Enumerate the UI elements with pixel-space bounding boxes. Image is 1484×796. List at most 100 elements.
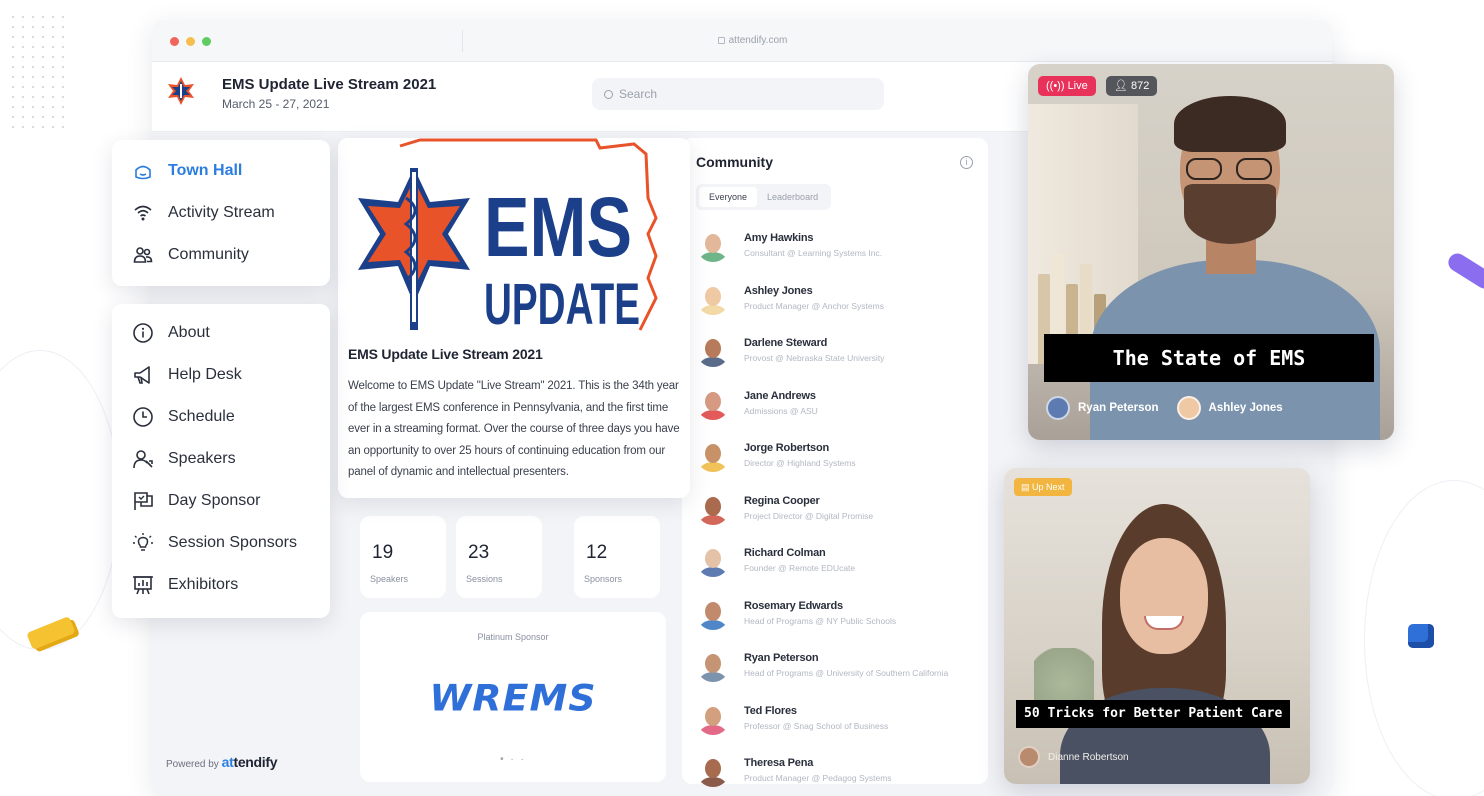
nav-label: Session Sponsors (168, 534, 297, 551)
avatar[interactable] (696, 333, 730, 367)
community-member-row[interactable]: Richard Colman Founder @ Remote EDUcate (696, 543, 986, 596)
search-placeholder: Search (619, 87, 658, 101)
nav-item-exhibitors[interactable]: Exhibitors (112, 564, 330, 606)
avatar[interactable] (696, 491, 730, 525)
community-member-row[interactable]: Ashley Jones Product Manager @ Anchor Sys… (696, 281, 986, 334)
member-role: Founder @ Remote EDUcate (744, 563, 856, 573)
community-member-row[interactable]: Rosemary Edwards Head of Programs @ NY Pu… (696, 596, 986, 649)
community-member-row[interactable]: Darlene Steward Provost @ Nebraska State … (696, 333, 986, 386)
nav-item-about[interactable]: About (112, 312, 330, 354)
nav-item-session-sponsors[interactable]: Session Sponsors (112, 522, 330, 564)
speaker-person-icon (132, 448, 154, 470)
member-name[interactable]: Jorge Robertson (744, 442, 829, 454)
presenter-chip[interactable]: Ryan Peterson (1046, 396, 1159, 420)
up-next-video[interactable]: ▤ Up Next 50 Tricks for Better Patient C… (1004, 468, 1310, 784)
member-name[interactable]: Richard Colman (744, 547, 826, 559)
avatar[interactable] (696, 228, 730, 262)
avatar[interactable] (696, 543, 730, 577)
member-role: Professor @ Snag School of Business (744, 720, 889, 731)
member-name[interactable]: Ashley Jones (744, 285, 813, 297)
community-member-row[interactable]: Theresa Pena Product Manager @ Pedagog Sy… (696, 753, 986, 796)
community-tabs: Everyone Leaderboard (696, 184, 832, 210)
carousel-pager[interactable]: • · · (360, 754, 666, 765)
member-role: Consultant @ Learning Systems Inc. (744, 248, 883, 258)
nav-item-activity-stream[interactable]: Activity Stream (112, 192, 330, 234)
sponsor-carousel[interactable]: Platinum Sponsor WREMS • · · (360, 612, 666, 782)
community-member-row[interactable]: Regina Cooper Project Director @ Digital … (696, 491, 986, 544)
member-name[interactable]: Ryan Peterson (744, 652, 819, 664)
avatar[interactable] (696, 753, 730, 787)
stat-speakers[interactable]: 19 Speakers (360, 516, 446, 598)
address-bar[interactable]: attendify.com (462, 30, 1042, 52)
stat-sessions[interactable]: 23 Sessions (456, 516, 542, 598)
live-session-title: The State of EMS (1044, 334, 1374, 382)
home-icon (132, 160, 154, 182)
avatar (1176, 396, 1201, 420)
member-role: Product Manager @ Pedagog Systems (744, 773, 892, 783)
viewer-count-badge: 👤︎ 872 (1106, 76, 1158, 96)
dot-pattern-decoration (8, 12, 68, 130)
community-title: Community (696, 154, 773, 170)
nav-label: Exhibitors (168, 576, 239, 593)
nav-label: Town Hall (168, 162, 243, 179)
presenter-chip[interactable]: Ashley Jones (1176, 396, 1283, 420)
lock-icon (717, 37, 725, 44)
minimize-window-button[interactable] (186, 37, 195, 46)
window-controls (170, 37, 211, 46)
nav-item-speakers[interactable]: Speakers (112, 438, 330, 480)
people-list: Amy Hawkins Consultant @ Learning Systems… (696, 228, 986, 796)
community-member-row[interactable]: Jorge Robertson Director @ Highland Syste… (696, 438, 986, 491)
nav-item-help-desk[interactable]: Help Desk (112, 354, 330, 396)
tab-leaderboard[interactable]: Leaderboard (757, 187, 828, 207)
event-title: EMS Update Live Stream 2021 (222, 76, 437, 93)
nav-label: Speakers (168, 450, 236, 467)
nav-label: Community (168, 246, 249, 263)
stat-label: Sessions (466, 574, 503, 584)
member-name[interactable]: Theresa Pena (744, 757, 813, 769)
community-member-row[interactable]: Amy Hawkins Consultant @ Learning Systems… (696, 228, 986, 281)
tab-everyone[interactable]: Everyone (699, 187, 758, 207)
close-window-button[interactable] (170, 37, 179, 46)
member-name[interactable]: Amy Hawkins (744, 232, 814, 244)
up-next-presenter[interactable]: Dianne Robertson (1018, 746, 1129, 768)
community-member-row[interactable]: Jane Andrews Admissions @ ASU (696, 386, 986, 439)
stat-value: 19 (372, 542, 394, 563)
banner-logo-word2: UPDATE (484, 272, 640, 336)
community-member-row[interactable]: Ted Flores Professor @ Snag School of Bus… (696, 701, 986, 754)
secondary-nav: About Help Desk Schedule Speakers Day Sp… (112, 304, 330, 618)
sponsor-logo[interactable]: WREMS (360, 677, 666, 719)
avatar[interactable] (696, 281, 730, 315)
avatar[interactable] (696, 648, 730, 682)
community-member-row[interactable]: Ryan Peterson Head of Programs @ Universi… (696, 648, 986, 701)
member-name[interactable]: Ted Flores (744, 705, 797, 717)
powered-by-label: Powered by (166, 759, 219, 770)
search-icon (604, 90, 613, 99)
search-input[interactable]: Search (592, 78, 884, 110)
ems-update-banner: EMS UPDATE (338, 138, 690, 336)
lightbulb-icon (132, 532, 154, 554)
blue-cube-decoration (1408, 624, 1434, 648)
attendify-logo[interactable]: attendify (222, 754, 278, 770)
avatar[interactable] (696, 596, 730, 630)
member-name[interactable]: Regina Cooper (744, 495, 820, 507)
live-presenters: Ryan Peterson Ashley Jones (1046, 396, 1283, 420)
event-card-title: EMS Update Live Stream 2021 (348, 346, 543, 362)
nav-item-town-hall[interactable]: Town Hall (112, 150, 330, 192)
nav-item-schedule[interactable]: Schedule (112, 396, 330, 438)
avatar[interactable] (696, 438, 730, 472)
maximize-window-button[interactable] (202, 37, 211, 46)
nav-item-community[interactable]: Community (112, 234, 330, 276)
member-name[interactable]: Jane Andrews (744, 390, 816, 402)
info-icon[interactable]: i (960, 156, 973, 169)
stat-sponsors[interactable]: 12 Sponsors (574, 516, 660, 598)
purple-shape-decoration (1445, 250, 1484, 292)
live-video-player[interactable]: ((•)) Live 👤︎ 872 The State of EMS Ryan … (1028, 64, 1394, 440)
member-name[interactable]: Rosemary Edwards (744, 600, 843, 612)
booth-icon (132, 574, 154, 596)
nav-item-day-sponsor[interactable]: Day Sponsor (112, 480, 330, 522)
member-name[interactable]: Darlene Steward (744, 337, 827, 349)
avatar[interactable] (696, 701, 730, 735)
avatar[interactable] (696, 386, 730, 420)
event-logo-icon[interactable] (166, 76, 196, 106)
nav-label: Help Desk (168, 366, 242, 383)
